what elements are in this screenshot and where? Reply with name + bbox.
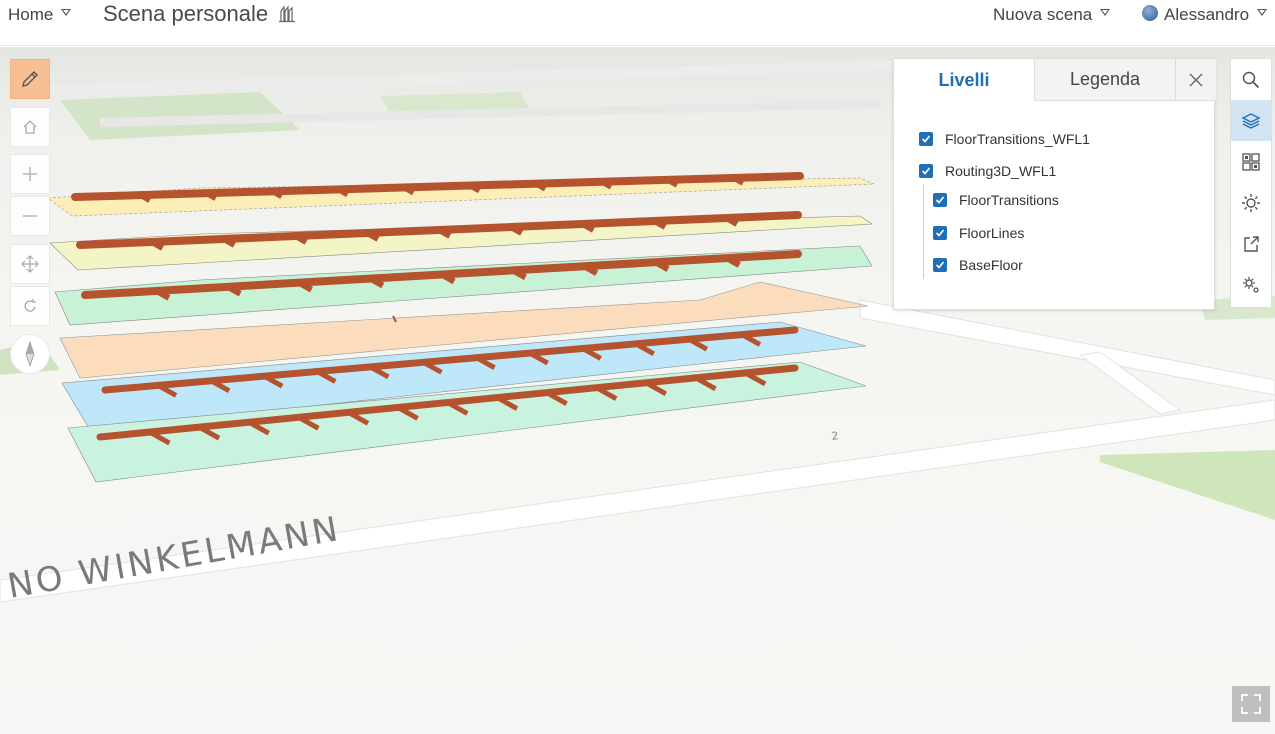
top-header: Home Scena personale Nuova scena Alessan… — [0, 0, 1275, 46]
check-icon — [935, 229, 945, 237]
user-name: Alessandro — [1164, 5, 1250, 24]
fullscreen-button[interactable] — [1232, 686, 1270, 722]
checkbox[interactable] — [919, 132, 933, 146]
sublayer-item[interactable]: FloorLines — [933, 225, 1024, 241]
home-view-button[interactable] — [10, 107, 50, 147]
pencil-icon — [22, 71, 38, 87]
daylight-icon — [1242, 193, 1260, 212]
close-panel-button[interactable] — [1176, 59, 1216, 101]
road — [40, 60, 900, 96]
search-button[interactable] — [1231, 59, 1271, 100]
tree-connector — [923, 184, 924, 279]
share-button[interactable] — [1231, 223, 1271, 264]
basemap-icon — [1242, 152, 1260, 171]
layers-icon — [1241, 112, 1261, 129]
layer-label: Routing3D_WFL1 — [945, 163, 1057, 179]
zoom-in-button[interactable] — [10, 154, 50, 194]
layer-label: BaseFloor — [959, 257, 1023, 273]
rotate-button[interactable] — [10, 286, 50, 326]
rotate-icon — [24, 299, 36, 312]
checkbox[interactable] — [933, 226, 947, 240]
new-scene-label: Nuova scena — [993, 5, 1093, 24]
minus-icon — [23, 215, 37, 217]
sublayer-item[interactable]: BaseFloor — [933, 257, 1023, 273]
settings-icon — [1243, 276, 1259, 293]
right-toolbar — [1230, 58, 1272, 308]
checkbox[interactable] — [919, 164, 933, 178]
tab-livelli[interactable]: Livelli — [894, 59, 1034, 101]
floor-slabs — [47, 177, 875, 483]
sketch-button[interactable] — [10, 59, 50, 99]
fullscreen-icon — [1241, 694, 1261, 714]
home-menu[interactable]: Home — [8, 0, 72, 30]
layer-item[interactable]: FloorTransitions_WFL1 — [919, 131, 1090, 147]
pan-button[interactable] — [10, 244, 50, 284]
search-icon — [1242, 71, 1260, 88]
check-icon — [935, 261, 945, 269]
chevron-down-icon — [61, 8, 72, 16]
check-icon — [921, 135, 931, 143]
checkbox[interactable] — [933, 193, 947, 207]
page-title: Scena personale — [103, 0, 296, 28]
compass-icon — [25, 341, 35, 367]
layer-panel: Livelli Legenda FloorTransitions_WFL1 Ro… — [893, 58, 1216, 310]
user-menu[interactable]: Alessandro — [1142, 0, 1268, 30]
checkbox[interactable] — [933, 258, 947, 272]
building-icon — [279, 5, 296, 23]
chevron-down-icon — [1257, 8, 1268, 16]
layer-label: FloorTransitions_WFL1 — [945, 131, 1090, 147]
check-icon — [935, 196, 945, 204]
layer-item[interactable]: Routing3D_WFL1 — [919, 163, 1056, 179]
layers-button[interactable] — [1231, 100, 1271, 141]
daylight-button[interactable] — [1231, 182, 1271, 223]
home-menu-label: Home — [8, 5, 54, 24]
street-number: 2 — [831, 429, 840, 443]
avatar — [1142, 5, 1158, 21]
zoom-out-button[interactable] — [10, 196, 50, 236]
chevron-down-icon — [1100, 8, 1111, 16]
layer-label: FloorLines — [959, 225, 1025, 241]
compass-button[interactable] — [10, 334, 50, 374]
home-icon — [23, 120, 37, 134]
sublayer-item[interactable]: FloorTransitions — [933, 192, 1059, 208]
basemap-button[interactable] — [1231, 141, 1271, 182]
plus-icon — [23, 167, 37, 181]
pan-icon — [21, 255, 39, 273]
settings-button[interactable] — [1231, 264, 1271, 305]
close-icon — [1189, 73, 1203, 86]
scene-title: Scena personale — [103, 1, 269, 26]
tab-legenda[interactable]: Legenda — [1034, 59, 1176, 101]
app-root: Home Scena personale Nuova scena Alessan… — [0, 0, 1275, 734]
layer-label: FloorTransitions — [959, 192, 1059, 208]
green-area — [1100, 450, 1275, 520]
check-icon — [921, 167, 931, 175]
share-icon — [1244, 235, 1259, 252]
new-scene-menu[interactable]: Nuova scena — [993, 0, 1111, 30]
